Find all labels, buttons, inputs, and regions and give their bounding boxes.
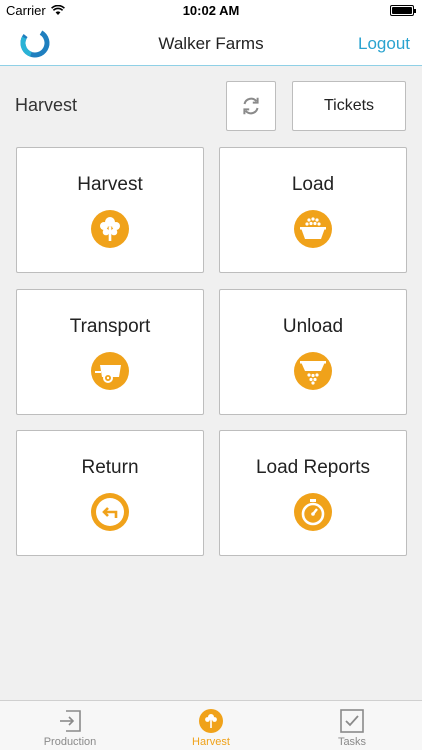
tickets-button[interactable]: Tickets: [292, 81, 406, 131]
tile-label: Load: [291, 174, 335, 195]
battery-icon: [390, 5, 416, 16]
tile-harvest[interactable]: Harvest: [16, 147, 204, 273]
tile-load[interactable]: Load: [219, 147, 407, 273]
tree-icon: [91, 210, 129, 248]
tab-label: Tasks: [337, 736, 367, 748]
page-title: Harvest: [15, 95, 78, 115]
tile-transport[interactable]: Transport: [16, 289, 204, 415]
tile-unload[interactable]: Unload: [219, 289, 407, 415]
tile-label: Load Reports: [255, 457, 371, 478]
tile-return[interactable]: Return: [16, 430, 204, 556]
cart-icon: [91, 352, 129, 390]
tile-load-reports[interactable]: Load Reports: [219, 430, 407, 556]
stopwatch-icon: [294, 493, 332, 531]
logout-button[interactable]: Logout: [358, 34, 410, 54]
tab-tasks[interactable]: Tasks: [282, 701, 422, 750]
tile-label: Return: [81, 457, 139, 478]
tab-label: Production: [43, 736, 97, 748]
nav-bar: Walker Farms Logout: [0, 22, 422, 66]
status-time: 10:02 AM: [182, 3, 240, 18]
tab-label: Harvest: [192, 736, 230, 748]
unload-bin-icon: [294, 352, 332, 390]
status-bar: Carrier 10:02 AM: [0, 0, 422, 22]
return-icon: [91, 493, 129, 531]
load-bin-icon: [294, 210, 332, 248]
tile-label: Harvest: [77, 174, 143, 195]
tab-harvest[interactable]: Harvest: [141, 701, 281, 750]
checkbox-icon: [340, 709, 364, 733]
tab-production[interactable]: Production: [0, 701, 140, 750]
tree-icon: [199, 709, 223, 733]
login-arrow-icon: [60, 710, 81, 732]
tab-bar: Production Harvest Tasks: [0, 700, 422, 750]
refresh-icon: [243, 97, 259, 115]
tile-label: Transport: [69, 316, 151, 337]
refresh-button[interactable]: [226, 81, 276, 131]
tile-label: Unload: [282, 316, 344, 337]
